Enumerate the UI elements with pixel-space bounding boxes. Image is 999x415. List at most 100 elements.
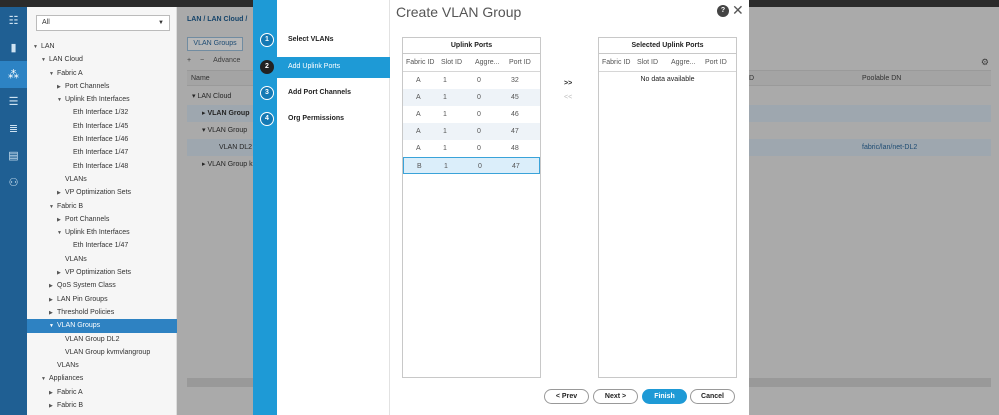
uplink-ports-title: Uplink Ports xyxy=(403,38,540,54)
wizard-step[interactable]: 1 Select VLANs xyxy=(260,30,390,51)
prev-button[interactable]: < Prev xyxy=(544,389,589,404)
chevron-down-icon[interactable]: ▼ xyxy=(49,320,57,333)
wizard-step[interactable]: 4 Org Permissions xyxy=(260,109,390,130)
tree-item[interactable]: ▼ VLAN Groups xyxy=(27,319,177,333)
navigation-panel: All ▼ ▼ LAN ▼ LAN Cloud ▼ Fabric A ▶ Port Chann… xyxy=(27,7,177,415)
chevron-right-icon[interactable]: ▶ xyxy=(49,400,57,413)
step-label: Select VLANs xyxy=(288,36,334,43)
tree-item-label: VP Optimization Sets xyxy=(65,269,132,277)
column-slot-id[interactable]: Slot ID xyxy=(441,59,462,66)
chevron-right-icon[interactable]: ▶ xyxy=(57,214,65,227)
tree-item[interactable]: Eth Interface 1/45 xyxy=(27,120,177,133)
step-label: Add Uplink Ports xyxy=(288,63,341,70)
vm-icon[interactable]: ≣ xyxy=(0,115,27,142)
column-aggregate[interactable]: Aggre... xyxy=(475,59,500,66)
table-row[interactable]: A 1 0 45 xyxy=(403,89,540,106)
tree-item[interactable]: Eth Interface 1/32 xyxy=(27,106,177,119)
wizard-step[interactable]: 3 Add Port Channels xyxy=(260,83,390,104)
tree-item[interactable]: ▶ QoS System Class xyxy=(27,279,177,292)
column-fabric-id[interactable]: Fabric ID xyxy=(406,59,434,66)
cancel-button[interactable]: Cancel xyxy=(690,389,735,404)
chevron-right-icon[interactable]: ▶ xyxy=(49,294,57,307)
tree-item[interactable]: Eth Interface 1/48 xyxy=(27,160,177,173)
dialog-title: Create VLAN Group xyxy=(396,4,522,20)
table-cell: 47 xyxy=(511,128,519,135)
tree-item[interactable]: Eth Interface 1/46 xyxy=(27,133,177,146)
chevron-right-icon[interactable]: ▶ xyxy=(57,187,65,200)
move-right-button[interactable]: >> xyxy=(564,80,572,87)
tree-item-label: VLAN Groups xyxy=(57,322,101,330)
table-cell: A xyxy=(416,128,421,135)
tree-item[interactable]: ▶ Fabric A xyxy=(27,386,177,399)
tree-item[interactable]: ▼ LAN xyxy=(27,40,177,53)
finish-button[interactable]: Finish xyxy=(642,389,687,404)
tree-item[interactable]: ▼ Fabric B xyxy=(27,200,177,213)
chevron-right-icon[interactable]: ▶ xyxy=(49,280,57,293)
storage-icon[interactable]: ▤ xyxy=(0,142,27,169)
step-number: 4 xyxy=(260,112,274,126)
tree-item[interactable]: VLANs xyxy=(27,253,177,266)
tree-item[interactable]: ▼ Uplink Eth Interfaces xyxy=(27,226,177,239)
server-icon[interactable]: ▮ xyxy=(0,34,27,61)
tree-item[interactable]: VLAN Group kvmvlangroup xyxy=(27,346,177,359)
tree-item[interactable]: Eth Interface 1/47 xyxy=(27,239,177,252)
tree-item[interactable]: ▶ Port Channels xyxy=(27,213,177,226)
chevron-right-icon[interactable]: ▶ xyxy=(57,81,65,94)
move-left-button[interactable]: << xyxy=(564,94,572,101)
tree-item-label: Eth Interface 1/48 xyxy=(73,162,129,170)
table-row[interactable]: A 1 0 46 xyxy=(403,106,540,123)
wizard-step[interactable]: 2 Add Uplink Ports xyxy=(260,57,390,78)
tree-item[interactable]: ▼ Fabric A xyxy=(27,67,177,80)
nav-tree: ▼ LAN ▼ LAN Cloud ▼ Fabric A ▶ Port Channels ▼ Up… xyxy=(27,40,177,412)
chevron-down-icon[interactable]: ▼ xyxy=(33,41,41,54)
column-slot-id[interactable]: Slot ID xyxy=(637,59,658,66)
column-port-id[interactable]: Port ID xyxy=(705,59,727,66)
table-row[interactable]: A 1 0 48 xyxy=(403,140,540,157)
chevron-down-icon[interactable]: ▼ xyxy=(41,54,49,67)
tree-item-label: VP Optimization Sets xyxy=(65,189,132,197)
tree-item[interactable]: ▶ VP Optimization Sets xyxy=(27,186,177,199)
table-cell: 1 xyxy=(443,128,447,135)
chevron-down-icon[interactable]: ▼ xyxy=(49,201,57,214)
admin-icon[interactable]: ⚇ xyxy=(0,169,27,196)
next-button[interactable]: Next > xyxy=(593,389,638,404)
table-row[interactable]: B 1 0 47 xyxy=(403,157,540,174)
tree-item[interactable]: ▶ Port Channels xyxy=(27,80,177,93)
close-icon[interactable]: ✕ xyxy=(732,2,744,19)
tree-item[interactable]: ▶ Threshold Policies xyxy=(27,306,177,319)
tree-item[interactable]: VLANs xyxy=(27,173,177,186)
wizard-steps: 1 Select VLANs 2 Add Uplink Ports 3 Add Port … xyxy=(260,0,390,415)
table-cell: B xyxy=(417,163,422,170)
tree-item[interactable]: ▼ LAN Cloud xyxy=(27,53,177,66)
network-icon[interactable]: ☷ xyxy=(0,7,27,34)
tree-item[interactable]: ▶ Fabric B xyxy=(27,399,177,412)
chevron-down-icon[interactable]: ▼ xyxy=(49,68,57,81)
column-aggregate[interactable]: Aggre... xyxy=(671,59,696,66)
column-fabric-id[interactable]: Fabric ID xyxy=(602,59,630,66)
nav-filter-select[interactable]: All ▼ xyxy=(36,15,170,31)
tree-item[interactable]: ▶ VP Optimization Sets xyxy=(27,266,177,279)
chevron-right-icon[interactable]: ▶ xyxy=(49,307,57,320)
selected-ports-header: Fabric ID Slot ID Aggre... Port ID xyxy=(599,54,736,72)
chevron-down-icon[interactable]: ▼ xyxy=(57,227,65,240)
table-cell: 45 xyxy=(511,94,519,101)
tree-item[interactable]: ▼ Uplink Eth Interfaces xyxy=(27,93,177,106)
table-cell: 0 xyxy=(477,111,481,118)
chevron-down-icon[interactable]: ▼ xyxy=(57,94,65,107)
table-row[interactable]: A 1 0 32 xyxy=(403,72,540,89)
help-icon[interactable]: ? xyxy=(717,5,729,17)
column-port-id[interactable]: Port ID xyxy=(509,59,531,66)
tree-item[interactable]: Eth Interface 1/47 xyxy=(27,146,177,159)
table-row[interactable]: A 1 0 47 xyxy=(403,123,540,140)
tree-item[interactable]: ▼ Appliances xyxy=(27,372,177,385)
tree-item[interactable]: ▶ LAN Pin Groups xyxy=(27,293,177,306)
tree-item-label: Appliances xyxy=(49,375,84,383)
chevron-right-icon[interactable]: ▶ xyxy=(49,387,57,400)
tree-item[interactable]: VLAN Group DL2 xyxy=(27,333,177,346)
tree-item[interactable]: VLANs xyxy=(27,359,177,372)
san-icon[interactable]: ☰ xyxy=(0,88,27,115)
chevron-right-icon[interactable]: ▶ xyxy=(57,267,65,280)
chevron-down-icon[interactable]: ▼ xyxy=(41,373,49,386)
lan-icon[interactable]: ⁂ xyxy=(0,61,27,88)
table-cell: 0 xyxy=(477,128,481,135)
